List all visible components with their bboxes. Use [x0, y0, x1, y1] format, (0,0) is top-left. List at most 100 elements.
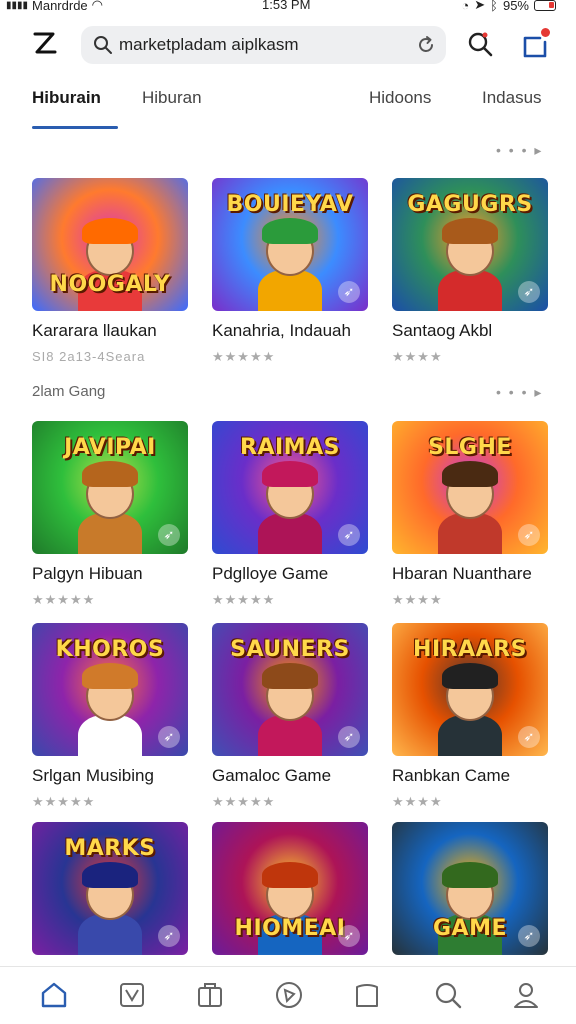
- nav-library[interactable]: [351, 979, 383, 1011]
- character-hair: [82, 461, 138, 487]
- notifications-button[interactable]: [520, 28, 550, 60]
- nav-home[interactable]: [38, 979, 70, 1011]
- character-body: [78, 914, 142, 955]
- app-thumbnail[interactable]: MARKS ➶: [32, 822, 188, 955]
- play-badge-icon: ➶: [158, 726, 180, 748]
- library-icon: [356, 984, 378, 1007]
- character-hair: [262, 862, 318, 888]
- battery-icon: [534, 0, 556, 11]
- app-thumbnail[interactable]: SLGHE ➶: [392, 421, 548, 554]
- app-rating: ★★★★★: [32, 794, 96, 809]
- play-badge-icon: ➶: [338, 524, 360, 546]
- app-card[interactable]: NOOGALY Kararara llaukan SI8 2a13-4Seara: [32, 178, 188, 364]
- character-hair: [442, 218, 498, 244]
- search-bar[interactable]: [81, 26, 446, 64]
- more-options-2[interactable]: • • • ▸: [496, 384, 543, 401]
- app-name[interactable]: Kararara llaukan: [32, 321, 188, 341]
- character-hair: [442, 461, 498, 487]
- nav-games[interactable]: [273, 979, 305, 1011]
- app-name[interactable]: Gamaloc Game: [212, 766, 368, 786]
- app-card[interactable]: GAME➶Palalara Calmaaa: [392, 822, 548, 985]
- play-badge-icon: ➶: [338, 281, 360, 303]
- tab-hiburain[interactable]: Hiburain: [32, 88, 101, 108]
- app-thumbnail[interactable]: BOUIEYAV ➶: [212, 178, 368, 311]
- app-thumbnail[interactable]: NOOGALY: [32, 178, 188, 311]
- menu-button[interactable]: [30, 28, 60, 62]
- character-hair: [262, 461, 318, 487]
- app-thumbnail[interactable]: KHOROS ➶: [32, 623, 188, 756]
- bottom-nav: [0, 966, 576, 1024]
- character-hair: [82, 663, 138, 689]
- tab-hidoons[interactable]: Hidoons: [369, 88, 431, 108]
- app-card[interactable]: GAGUGRS ➶ Santaog Akbl ★★★★: [392, 178, 548, 365]
- play-badge-icon: ➶: [518, 726, 540, 748]
- character-hair: [262, 218, 318, 244]
- app-name[interactable]: Ranbkan Came: [392, 766, 548, 786]
- app-card[interactable]: KHOROS ➶ Srlgan Musibing ★★★★★: [32, 623, 188, 810]
- wifi-icon: ◠: [91, 0, 103, 12]
- home-icon: [41, 982, 67, 1008]
- section-label: 2lam Gang: [32, 383, 106, 400]
- app-card[interactable]: SLGHE ➶ Hbaran Nuanthare ★★★★: [392, 421, 548, 608]
- app-name[interactable]: Hbaran Nuanthare: [392, 564, 548, 584]
- character-body: [258, 513, 322, 554]
- carrier-label: Manrdrde: [32, 0, 88, 13]
- status-right: ◔ ➤ ᛒ 95%: [461, 0, 556, 13]
- app-rating: ★★★★★: [32, 592, 96, 607]
- app-name[interactable]: Srlgan Musibing: [32, 766, 188, 786]
- app-name[interactable]: Palgyn Hibuan: [32, 564, 188, 584]
- nav-apps[interactable]: [116, 979, 148, 1011]
- app-card[interactable]: HIRAARS ➶ Ranbkan Came ★★★★: [392, 623, 548, 810]
- app-name[interactable]: Pdglloye Game: [212, 564, 368, 584]
- games-icon: [276, 982, 302, 1008]
- app-rating: ★★★★: [392, 349, 443, 364]
- more-options-1[interactable]: • • • ▸: [496, 142, 543, 159]
- app-thumbnail[interactable]: SAUNERS ➶: [212, 623, 368, 756]
- app-name[interactable]: Santaog Akbl: [392, 321, 548, 341]
- app-card[interactable]: MARKS➶Klarkala o: [32, 822, 188, 985]
- status-bar: ▮▮▮▮ Manrdrde ◠ 1:53 PM ◔ ➤ ᛒ 95%: [0, 0, 576, 14]
- game-logo-text: HIRAARS: [413, 637, 527, 662]
- refresh-icon[interactable]: [416, 35, 436, 55]
- game-logo-text: MARKS: [64, 836, 156, 861]
- signal-icon: ▮▮▮▮: [6, 0, 29, 11]
- tab-hiburan[interactable]: Hiburan: [142, 88, 202, 108]
- play-badge-icon: ➶: [518, 281, 540, 303]
- menu-icon: [33, 32, 57, 54]
- character-body: [438, 513, 502, 554]
- search-button[interactable]: [466, 30, 494, 58]
- play-badge-icon: ➶: [518, 524, 540, 546]
- app-thumbnail[interactable]: RAIMAS ➶: [212, 421, 368, 554]
- search-input[interactable]: [119, 35, 409, 55]
- profile-icon: [514, 983, 538, 1008]
- app-thumbnail[interactable]: HIRAARS ➶: [392, 623, 548, 756]
- game-logo-text: RAIMAS: [240, 435, 340, 460]
- tab-indicator: [32, 126, 118, 129]
- app-card[interactable]: HIOMEAI➶Aimlaia a: [212, 822, 368, 985]
- app-card[interactable]: RAIMAS ➶ Pdglloye Game ★★★★★: [212, 421, 368, 608]
- app-card[interactable]: SAUNERS ➶ Gamaloc Game ★★★★★: [212, 623, 368, 810]
- store-icon: [198, 983, 222, 1007]
- character-body: [78, 715, 142, 756]
- app-rating: ★★★★★: [212, 349, 276, 364]
- alarm-icon: ◔: [461, 0, 470, 13]
- play-badge-icon: ➶: [338, 925, 360, 947]
- bluetooth-icon: ᛒ: [490, 0, 498, 13]
- character-body: [258, 715, 322, 756]
- app-thumbnail[interactable]: JAVIPAI ➶: [32, 421, 188, 554]
- tab-indasus[interactable]: Indasus: [482, 88, 542, 108]
- app-name[interactable]: Kanahria, Indauah: [212, 321, 368, 341]
- app-card[interactable]: JAVIPAI ➶ Palgyn Hibuan ★★★★★: [32, 421, 188, 608]
- app-card[interactable]: BOUIEYAV ➶ Kanahria, Indauah ★★★★★: [212, 178, 368, 365]
- nav-profile[interactable]: [510, 979, 542, 1011]
- app-thumbnail[interactable]: HIOMEAI ➶: [212, 822, 368, 955]
- nav-store[interactable]: [194, 979, 226, 1011]
- game-logo-text: BOUIEYAV: [226, 192, 354, 217]
- location-icon: ➤: [474, 0, 486, 12]
- top-bar: [0, 24, 576, 68]
- app-rating: ★★★★: [392, 794, 443, 809]
- app-thumbnail[interactable]: GAGUGRS ➶: [392, 178, 548, 311]
- nav-search[interactable]: [432, 979, 464, 1011]
- apps-icon: [120, 983, 144, 1007]
- app-thumbnail[interactable]: GAME ➶: [392, 822, 548, 955]
